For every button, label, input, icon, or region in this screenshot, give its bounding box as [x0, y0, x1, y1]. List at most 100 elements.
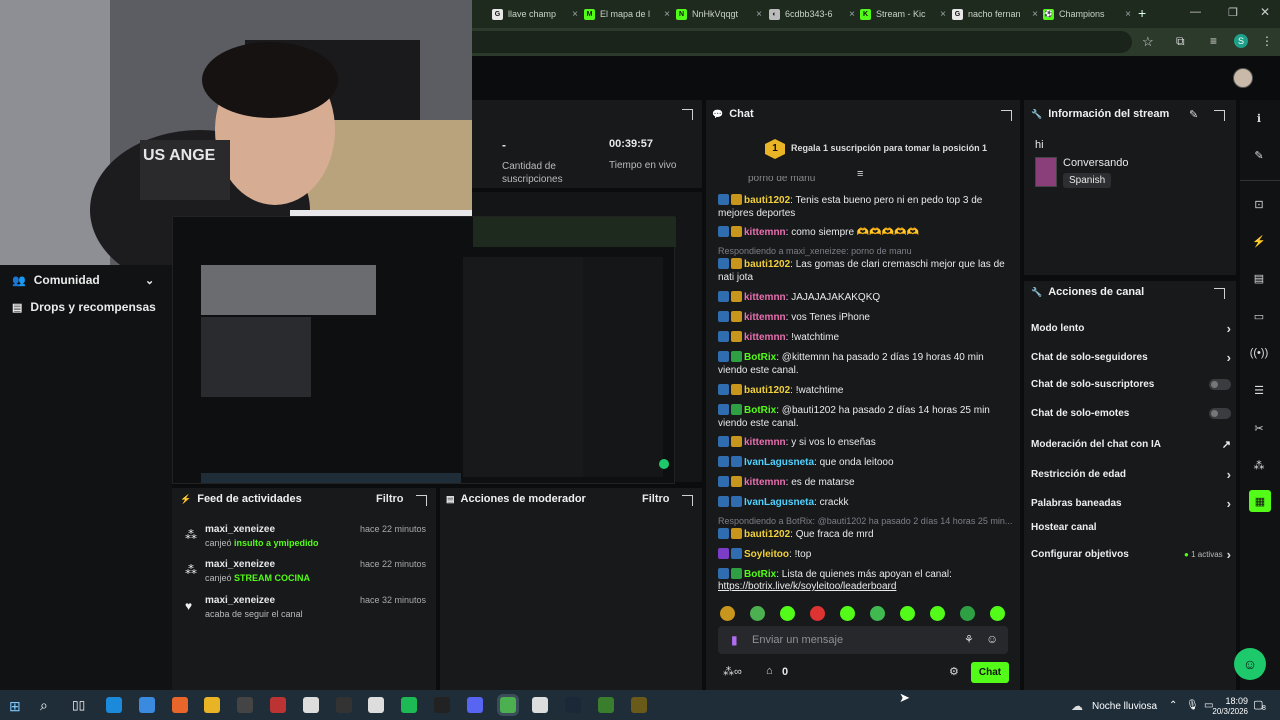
capcut2-icon[interactable] — [368, 697, 385, 713]
emote-icon[interactable] — [990, 606, 1005, 621]
close-window-button[interactable]: ✕ — [1260, 5, 1270, 19]
chat-username[interactable]: bauti1202 — [744, 259, 790, 270]
spotify-icon[interactable] — [401, 697, 418, 713]
browser-menu-icon[interactable]: ⋮ — [1261, 34, 1273, 48]
chat-settings-icon[interactable]: ⚙ — [949, 665, 959, 678]
expand-icon[interactable] — [1214, 110, 1225, 121]
channel-action-palabras-baneadas[interactable]: Palabras baneadas › — [1031, 496, 1231, 511]
broadcast-icon[interactable]: ((•)) — [1249, 343, 1269, 363]
windows-start-icon[interactable]: ⊞ — [9, 698, 21, 715]
chat-username[interactable]: kittemnn — [744, 312, 786, 323]
steam-icon[interactable] — [565, 697, 582, 713]
emote-icon[interactable] — [780, 606, 795, 621]
extensions-icon[interactable]: ⧉ — [1176, 34, 1185, 49]
leaderboard-link[interactable]: https://botrix.live/k/soyleitoo/leaderbo… — [718, 581, 896, 592]
emote-picker-icon[interactable]: ⚘ — [964, 633, 974, 646]
search-icon[interactable]: ⌕ — [40, 697, 48, 714]
profile-avatar[interactable]: S — [1234, 34, 1248, 48]
task-view-icon[interactable]: ▯▯ — [72, 698, 85, 712]
chat-message[interactable]: BotRix: @kittemnn ha pasado 2 días 19 ho… — [718, 351, 1008, 377]
game-icon[interactable] — [270, 697, 286, 713]
tools-icon[interactable]: ✂ — [1249, 418, 1269, 438]
nav-item-comunidad[interactable]: 👥 Comunidad ⌄ — [12, 273, 154, 287]
nav-item-drops[interactable]: ▤ Drops y recompensas — [12, 300, 156, 314]
expand-icon[interactable] — [682, 495, 693, 506]
media-control-icon[interactable]: ≡ — [1210, 34, 1217, 48]
clock-date[interactable]: 20/3/2026 — [1200, 707, 1248, 716]
mod-list-icon[interactable]: ☰ — [1249, 380, 1269, 400]
chat-username[interactable]: BotRix — [744, 352, 776, 363]
capcut-icon[interactable] — [302, 697, 319, 713]
chat-username[interactable]: kittemnn — [744, 332, 786, 343]
emote-icon[interactable] — [810, 606, 825, 621]
chat-message[interactable]: kittemnn: es de matarse — [718, 476, 1008, 489]
edge-icon[interactable] — [106, 697, 122, 713]
pencil-icon[interactable]: ✎ — [1249, 145, 1269, 165]
browser-tab[interactable]: Gnacho fernan × — [952, 4, 1038, 24]
toggle-switch[interactable] — [1209, 408, 1231, 419]
store-icon[interactable]: ⌂ — [766, 665, 773, 677]
channel-action-restricci-n-de-edad[interactable]: Restricción de edad › — [1031, 467, 1231, 482]
chat-username[interactable]: IvanLagusneta — [744, 497, 814, 508]
chat-username[interactable]: kittemnn — [744, 227, 786, 238]
chat-message[interactable]: kittemnn: !watchtime — [718, 331, 1008, 344]
chat-username[interactable]: IvanLagusneta — [744, 457, 814, 468]
points-icon[interactable]: ⁂∞ — [723, 665, 742, 678]
smiley-icon[interactable]: ☺ — [986, 632, 998, 646]
chat-message[interactable]: bauti1202: Las gomas de clari cremaschi … — [718, 258, 1008, 284]
tray-chevron-icon[interactable]: ⌃ — [1169, 700, 1177, 711]
weather-text[interactable]: Noche lluviosa — [1092, 701, 1157, 712]
chat-message[interactable]: IvanLagusneta: crackk — [718, 496, 1008, 509]
epic-icon[interactable] — [335, 697, 352, 713]
emote-icon[interactable] — [870, 606, 885, 621]
url-field[interactable] — [472, 31, 1132, 53]
info-icon[interactable]: ℹ — [1249, 108, 1269, 128]
browser-tab[interactable]: ◐ 6cdbb343-6 × — [769, 4, 855, 24]
browser-tab[interactable]: N NnHkVqqgt × — [676, 4, 762, 24]
channel-action-moderaci-n-del-chat-con-ia[interactable]: Moderación del chat con IA ↗ — [1031, 438, 1231, 451]
chat-username[interactable]: bauti1202 — [744, 195, 790, 206]
mod-filter-button[interactable]: Filtro — [642, 493, 670, 505]
minimize-button[interactable]: — — [1190, 6, 1201, 18]
expand-icon[interactable] — [1214, 288, 1225, 299]
chat-message[interactable]: kittemnn: como siempre 🫶🫶🫶🫶🫶 — [718, 226, 1008, 239]
message-input[interactable]: Enviar un mensaje — [752, 634, 843, 646]
clock-time[interactable]: 18:09 — [1210, 696, 1248, 706]
chat-message[interactable]: BotRix: @bauti1202 ha pasado 2 días 14 h… — [718, 404, 1008, 430]
minecraft-icon[interactable] — [598, 697, 614, 713]
browser-tab[interactable]: Gllave champ × — [492, 4, 578, 24]
app-icon[interactable] — [630, 697, 647, 713]
browser-tab[interactable]: M El mapa de l × — [584, 4, 670, 24]
expand-icon[interactable] — [1001, 110, 1012, 121]
emote-icon[interactable] — [900, 606, 915, 621]
chat-message[interactable]: Soyleitoo: !top — [718, 548, 1008, 561]
chrome-icon[interactable] — [499, 697, 516, 713]
clip-icon[interactable]: ⊡ — [1249, 194, 1269, 214]
obs-icon[interactable] — [237, 697, 254, 713]
chat-username[interactable]: kittemnn — [744, 292, 786, 303]
emote-icon[interactable] — [750, 606, 765, 621]
chat-message[interactable]: kittemnn: JAJAJAJAKAKQKQ — [718, 291, 1008, 304]
capcut3-icon[interactable] — [532, 697, 549, 713]
close-tab-icon[interactable]: × — [1032, 9, 1038, 20]
chat-message[interactable]: bauti1202: Que fraca de mrd — [718, 528, 1008, 541]
channel-action-chat-de-solo-suscriptores[interactable]: Chat de solo-suscriptores — [1031, 379, 1231, 390]
toggle-switch[interactable] — [1209, 379, 1231, 390]
browser-tab[interactable]: K Stream - Kic × — [860, 4, 946, 24]
channel-action-chat-de-solo-emotes[interactable]: Chat de solo-emotes — [1031, 408, 1231, 419]
emote-icon[interactable] — [840, 606, 855, 621]
chat-username[interactable]: BotRix — [744, 405, 776, 416]
chat-username[interactable]: Soyleitoo — [744, 549, 789, 560]
emote-icon[interactable] — [930, 606, 945, 621]
filter-icon[interactable]: ≡ — [857, 168, 863, 180]
support-chat-button[interactable]: ☺ — [1234, 648, 1266, 680]
edit-pencil-icon[interactable]: ✎ — [1189, 108, 1198, 121]
chat-username[interactable]: BotRix — [744, 569, 776, 580]
channel-action-chat-de-solo-seguidores[interactable]: Chat de solo-seguidores › — [1031, 350, 1231, 365]
user-avatar[interactable] — [1233, 68, 1253, 88]
expand-icon[interactable] — [416, 495, 427, 506]
firefox-icon[interactable] — [171, 697, 188, 713]
chat-message[interactable]: bauti1202: !watchtime — [718, 384, 1008, 397]
emote-icon[interactable] — [960, 606, 975, 621]
chat-message[interactable]: kittemnn: y si vos lo enseñas — [718, 436, 1008, 449]
